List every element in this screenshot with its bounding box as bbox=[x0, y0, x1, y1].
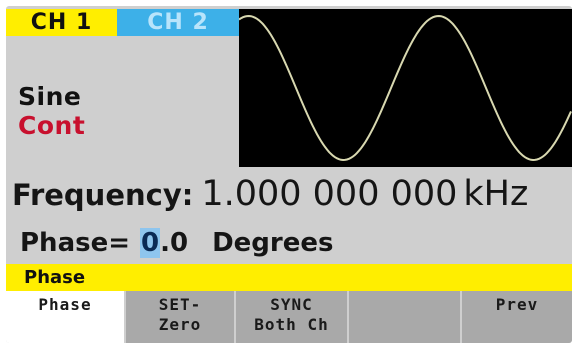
tab-ch1-label: CH 1 bbox=[30, 10, 93, 35]
frequency-value[interactable]: 1.000 000 000 bbox=[201, 174, 457, 214]
sine-wave-graph bbox=[239, 14, 572, 162]
softkey-prev[interactable]: Prev bbox=[462, 291, 572, 343]
waveform-preview bbox=[239, 9, 572, 167]
tab-ch2-label: CH 2 bbox=[147, 10, 209, 35]
phase-unit: Degrees bbox=[212, 228, 334, 258]
frequency-label: Frequency: bbox=[12, 178, 194, 212]
sine-trace bbox=[239, 14, 572, 162]
softkey-label: SET- bbox=[158, 295, 202, 314]
softkey-sync-both[interactable]: SYNC Both Ch bbox=[236, 291, 349, 343]
softkey-label: Zero bbox=[158, 315, 202, 334]
function-label: Sine bbox=[18, 82, 82, 111]
softkey-bar: Phase SET- Zero SYNC Both Ch Prev bbox=[6, 291, 572, 343]
phase-label: Phase= bbox=[20, 228, 131, 258]
tab-ch2[interactable]: CH 2 bbox=[117, 9, 239, 36]
mode-label: Cont bbox=[18, 111, 86, 140]
softkey-phase[interactable]: Phase bbox=[6, 291, 126, 343]
phase-cursor-digit[interactable]: 0 bbox=[140, 228, 161, 258]
frequency-row[interactable]: Frequency: 1.000 000 000 kHz bbox=[12, 174, 528, 216]
softkey-blank[interactable] bbox=[349, 291, 462, 343]
instrument-display: CH 1 CH 2 Sine Cont Frequency: 1.000 000… bbox=[6, 6, 572, 343]
softkey-menu-title: Phase bbox=[6, 264, 572, 291]
softkey-label: Phase bbox=[38, 295, 92, 314]
softkey-label: Both Ch bbox=[254, 315, 329, 334]
softkey-label: SYNC bbox=[270, 295, 313, 314]
phase-value[interactable]: 0.0 bbox=[140, 228, 188, 258]
softkey-label: Prev bbox=[495, 295, 539, 314]
tab-ch1[interactable]: CH 1 bbox=[6, 9, 117, 36]
frequency-unit: kHz bbox=[463, 174, 529, 214]
softkey-set-zero[interactable]: SET- Zero bbox=[126, 291, 236, 343]
phase-row[interactable]: Phase= 0.0 Degrees bbox=[20, 228, 333, 264]
phase-value-rest: .0 bbox=[160, 228, 189, 258]
